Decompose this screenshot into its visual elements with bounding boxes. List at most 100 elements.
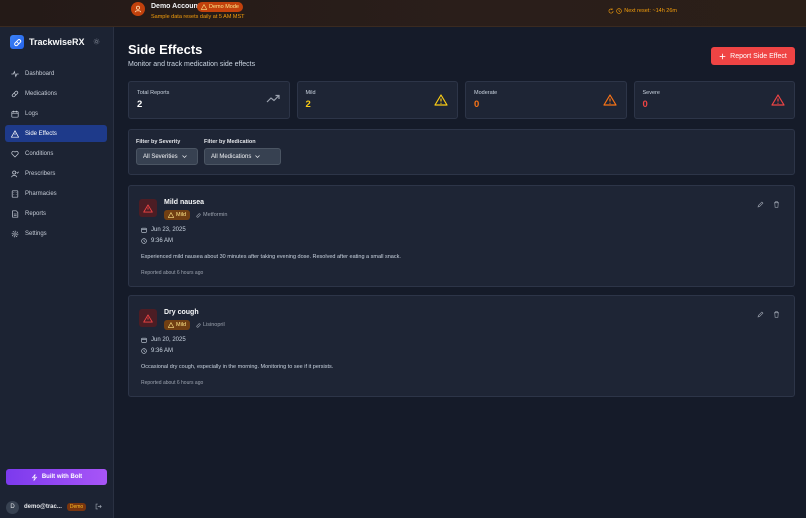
medication-filter-group: Filter by Medication All Medications xyxy=(204,139,281,165)
activity-icon xyxy=(11,70,19,77)
date-text: Jun 20, 2025 xyxy=(151,337,186,343)
brand-settings-icon[interactable] xyxy=(93,38,100,47)
bolt-icon xyxy=(31,473,38,481)
sidebar-item-logs[interactable]: Logs xyxy=(5,105,107,122)
severity-badge: Mild xyxy=(164,210,191,220)
brand[interactable]: TrackwiseRX xyxy=(10,35,85,49)
sidebar-item-reports[interactable]: Reports xyxy=(5,205,107,222)
user-icon xyxy=(11,170,19,177)
user-email: demo@trac... xyxy=(24,504,62,510)
sidebar-item-label: Reports xyxy=(25,210,47,217)
sidebar-nav: Dashboard Medications Logs Side Effects … xyxy=(5,65,107,245)
clock-icon xyxy=(141,348,147,354)
sidebar-item-label: Logs xyxy=(25,110,39,117)
chevron-down-icon xyxy=(255,155,261,159)
severity-select[interactable]: All Severities xyxy=(136,148,198,165)
side-effect-card: Dry cough Mild Lisinopril Jun 20, 2025 9… xyxy=(128,295,795,397)
pill-icon xyxy=(196,322,201,328)
clock-icon xyxy=(141,238,147,244)
severity-filter-label: Filter by Severity xyxy=(136,139,181,145)
stat-mild: Mild 2 xyxy=(296,81,458,119)
report-button-label: Report Side Effect xyxy=(730,52,787,60)
sidebar-item-dashboard[interactable]: Dashboard xyxy=(5,65,107,82)
calendar-icon xyxy=(141,227,147,233)
banner-title: Demo Account xyxy=(151,3,201,10)
stat-severe: Severe 0 xyxy=(633,81,795,119)
next-reset-text: Next reset: ~14h 26m xyxy=(624,8,677,14)
time-text: 9:36 AM xyxy=(151,238,174,244)
stat-label: Total Reports xyxy=(137,90,170,96)
medication-name: Lisinopril xyxy=(203,322,225,328)
side-effect-title: Dry cough xyxy=(164,309,199,316)
calendar-icon xyxy=(141,337,147,343)
warning-icon xyxy=(434,94,448,106)
trending-up-icon xyxy=(266,94,280,103)
stat-label: Moderate xyxy=(474,90,498,96)
logout-icon[interactable] xyxy=(95,503,102,512)
report-date: Jun 20, 2025 xyxy=(141,337,186,343)
stat-value: 0 xyxy=(642,99,648,110)
demo-mode-label: Demo Mode xyxy=(209,4,239,10)
trash-icon[interactable] xyxy=(773,311,780,318)
built-with-bolt-button[interactable]: Built with Bolt xyxy=(6,469,107,485)
medication-select-value: All Medications xyxy=(211,153,252,160)
edit-icon[interactable] xyxy=(757,201,764,208)
building-icon xyxy=(11,189,19,198)
report-time: 9:36 AM xyxy=(141,348,173,354)
stat-total-reports: Total Reports 2 xyxy=(128,81,290,119)
user-profile[interactable]: D demo@trac... Demo xyxy=(6,500,108,514)
severity-select-value: All Severities xyxy=(143,153,178,160)
heart-icon xyxy=(11,150,19,158)
warning-icon xyxy=(139,309,157,327)
report-date: Jun 23, 2025 xyxy=(141,227,186,233)
sidebar-item-pharmacies[interactable]: Pharmacies xyxy=(5,185,107,202)
stat-label: Severe xyxy=(642,90,660,96)
warning-icon xyxy=(168,212,174,218)
page-title: Side Effects xyxy=(128,42,203,57)
stat-label: Mild xyxy=(305,90,316,96)
medication-name: Metformin xyxy=(203,212,228,218)
chevron-down-icon xyxy=(181,155,187,159)
report-side-effect-button[interactable]: Report Side Effect xyxy=(711,47,795,65)
warning-icon xyxy=(201,4,207,10)
sidebar-item-settings[interactable]: Settings xyxy=(5,225,107,242)
demo-banner: Demo Account Demo Mode Sample data reset… xyxy=(0,0,806,27)
stat-value: 2 xyxy=(137,99,143,110)
date-text: Jun 23, 2025 xyxy=(151,227,186,233)
medication-link[interactable]: Lisinopril xyxy=(196,322,225,328)
pill-icon xyxy=(11,90,19,97)
sidebar-item-label: Medications xyxy=(25,90,58,97)
sidebar-item-label: Pharmacies xyxy=(25,190,57,197)
calendar-icon xyxy=(11,110,19,118)
warning-icon xyxy=(11,129,19,138)
filters-panel: Filter by Severity All Severities Filter… xyxy=(128,129,795,175)
clock-icon xyxy=(616,8,622,14)
avatar: D xyxy=(6,500,19,514)
stats-row: Total Reports 2 Mild 2 Moderate 0 Severe… xyxy=(128,81,795,119)
edit-icon[interactable] xyxy=(757,311,764,318)
sidebar-item-side-effects[interactable]: Side Effects xyxy=(5,125,107,142)
page-subtitle: Monitor and track medication side effect… xyxy=(128,61,256,68)
bolt-label: Built with Bolt xyxy=(41,474,83,480)
side-effect-description: Occasional dry cough, especially in the … xyxy=(141,364,334,370)
sidebar-item-label: Prescribers xyxy=(25,170,56,177)
sidebar-item-prescribers[interactable]: Prescribers xyxy=(5,165,107,182)
banner-subtitle: Sample data resets daily at 5 AM MST xyxy=(151,14,245,20)
stat-value: 0 xyxy=(474,99,480,110)
reported-time: Reported about 6 hours ago xyxy=(141,380,204,386)
user-demo-badge: Demo xyxy=(66,503,87,511)
stat-moderate: Moderate 0 xyxy=(465,81,627,119)
demo-mode-badge: Demo Mode xyxy=(197,2,243,12)
demo-account-icon xyxy=(131,2,145,16)
warning-icon xyxy=(771,94,785,106)
medication-link[interactable]: Metformin xyxy=(196,212,227,218)
pill-icon xyxy=(196,212,201,218)
sidebar-item-medications[interactable]: Medications xyxy=(5,85,107,102)
brand-name: TrackwiseRX xyxy=(29,37,85,47)
side-effect-title: Mild nausea xyxy=(164,199,205,206)
medication-select[interactable]: All Medications xyxy=(204,148,281,165)
severity-label: Mild xyxy=(176,212,187,218)
reported-time: Reported about 6 hours ago xyxy=(141,270,204,276)
trash-icon[interactable] xyxy=(773,201,780,208)
sidebar-item-conditions[interactable]: Conditions xyxy=(5,145,107,162)
